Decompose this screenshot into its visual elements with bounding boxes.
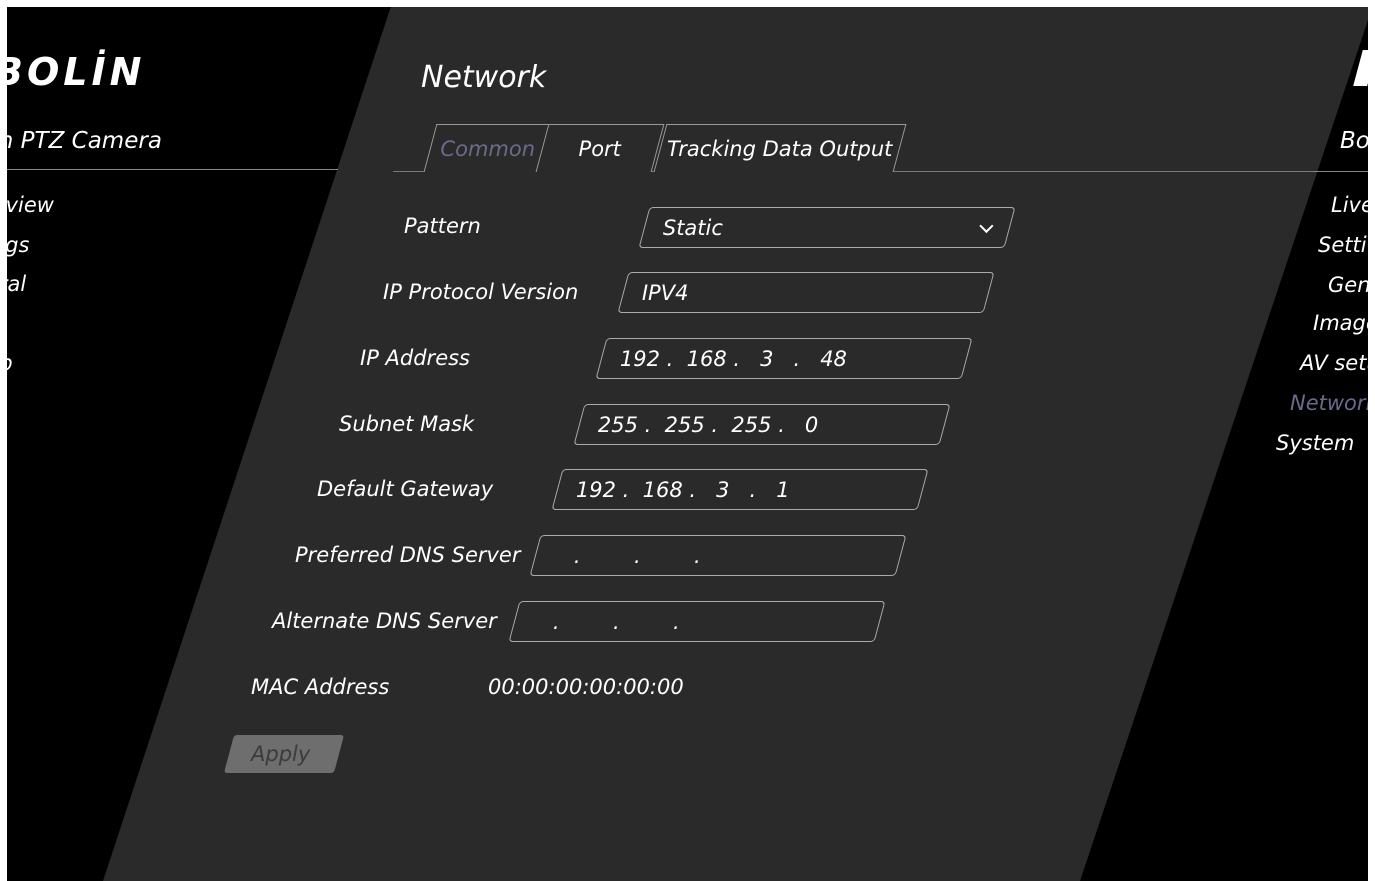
window-edge-top [0, 0, 1375, 7]
preferred-dns-label: Preferred DNS Server [295, 543, 521, 567]
window-edge-left [0, 0, 7, 881]
preferred-dns-value: . . . [553, 544, 701, 568]
default-gateway-label: Default Gateway [317, 477, 494, 501]
alternate-dns-field[interactable]: . . . [508, 601, 886, 642]
ip-protocol-value: IPV4 [641, 281, 689, 305]
tab-common[interactable]: Common [423, 124, 553, 172]
divider [0, 169, 338, 170]
nav-item-settings[interactable]: ings [0, 230, 54, 270]
tab-tracking-label: Tracking Data Output [667, 137, 893, 161]
apply-button[interactable]: Apply [223, 735, 345, 773]
ip-address-label: IP Address [360, 346, 470, 370]
nav-item-general[interactable]: eral [0, 269, 54, 309]
nav-item-image[interactable]: Image [1313, 308, 1375, 348]
ip-protocol-field[interactable]: IPV4 [617, 272, 995, 313]
left-nav: e view ings eral e up k [0, 190, 54, 427]
ip-protocol-label: IP Protocol Version [383, 280, 579, 304]
subnet-mask-value: 255 . 255 . 255 . 0 [597, 413, 819, 437]
nav-item-av-setup[interactable]: AV setu [1300, 348, 1375, 388]
nav-item-live-view[interactable]: e view [0, 190, 54, 230]
apply-button-label: Apply [251, 742, 311, 766]
chevron-down-icon [979, 218, 994, 234]
alternate-dns-value: . . . [532, 610, 680, 634]
nav-item-settings[interactable]: Setti [1318, 230, 1367, 270]
bolin-logo: BOLİN [0, 50, 146, 94]
nav-item-network[interactable]: k [0, 388, 54, 428]
pattern-select[interactable]: Static [638, 207, 1016, 248]
subnet-mask-label: Subnet Mask [339, 412, 475, 436]
nav-item-system[interactable]: System [1276, 428, 1354, 468]
ip-address-field[interactable]: 192 . 168 . 3 . 48 [595, 338, 973, 379]
subnet-mask-field[interactable]: 255 . 255 . 255 . 0 [573, 404, 951, 445]
pattern-value: Static [662, 216, 723, 240]
camera-title: lin PTZ Camera [0, 128, 162, 154]
nav-item-image[interactable]: e [0, 309, 54, 349]
camera-title-partial: Bo [1340, 128, 1368, 154]
nav-item-network[interactable]: Network [1290, 388, 1375, 428]
tab-port-label: Port [578, 137, 621, 161]
pattern-label: Pattern [404, 214, 481, 238]
mac-address-label: MAC Address [251, 675, 390, 699]
tab-port[interactable]: Port [535, 124, 665, 172]
mac-address-value: 00:00:00:00:00:00 [488, 675, 684, 699]
tab-tracking-data-output[interactable]: Tracking Data Output [653, 124, 907, 172]
bolin-logo-partial [1353, 50, 1368, 86]
default-gateway-field[interactable]: 192 . 168 . 3 . 1 [551, 469, 929, 510]
alternate-dns-label: Alternate DNS Server [272, 609, 497, 633]
preferred-dns-field[interactable]: . . . [529, 535, 907, 576]
default-gateway-value: 192 . 168 . 3 . 1 [575, 478, 790, 502]
page-title: Network [421, 60, 547, 95]
nav-item-av-setup[interactable]: up [0, 348, 54, 388]
ip-address-value: 192 . 168 . 3 . 48 [619, 347, 847, 371]
window-edge-right [1368, 0, 1375, 881]
nav-item-general[interactable]: Gen [1328, 270, 1371, 310]
tab-common-label: Common [440, 137, 536, 161]
